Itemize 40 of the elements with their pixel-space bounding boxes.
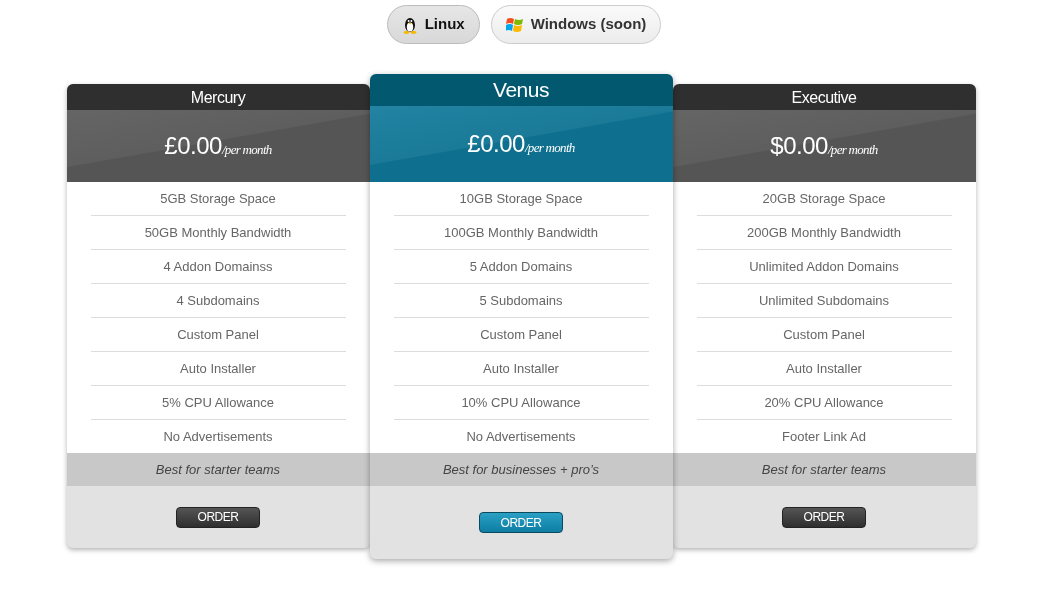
- os-tab[interactable]: Windows (soon): [490, 5, 662, 44]
- order-button[interactable]: ORDER: [782, 506, 866, 528]
- plan-price: $0.00/per month: [770, 131, 878, 161]
- feature-item: Auto Installer: [90, 352, 346, 386]
- feature-item: Auto Installer: [696, 352, 952, 386]
- plan-name: Executive: [791, 88, 857, 108]
- windows-logo-icon: [505, 15, 524, 34]
- plan-tagline: Best for starter teams: [672, 453, 976, 486]
- feature-item: 20GB Storage Space: [696, 182, 952, 216]
- plan-name: Venus: [493, 77, 549, 104]
- order-button[interactable]: ORDER: [479, 512, 563, 533]
- feature-item: Footer Link Ad: [781, 427, 867, 446]
- feature-item: Custom Panel: [696, 318, 952, 352]
- feature-item: Auto Installer: [393, 352, 649, 386]
- feature-item: Unlimited Subdomains: [696, 284, 952, 318]
- feature-item: Custom Panel: [90, 318, 346, 352]
- feature-item: 200GB Monthly Bandwidth: [696, 216, 952, 250]
- feature-item: 5GB Storage Space: [90, 182, 346, 216]
- order-button[interactable]: ORDER: [176, 506, 260, 528]
- feature-item: No Advertisements: [162, 427, 274, 446]
- plan-price: £0.00/per month: [467, 129, 575, 159]
- feature-item: 20% CPU Allowance: [696, 386, 952, 420]
- feature-item: 10GB Storage Space: [393, 182, 649, 216]
- plan-tagline: Best for starter teams: [66, 453, 370, 486]
- feature-item: Unlimited Addon Domains: [696, 250, 952, 284]
- os-tab[interactable]: Linux: [386, 5, 480, 44]
- plan-price: £0.00/per month: [164, 131, 272, 161]
- penguin-icon: [401, 15, 418, 34]
- feature-item: 4 Subdomains: [90, 284, 346, 318]
- feature-item: 100GB Monthly Bandwidth: [393, 216, 649, 250]
- feature-item: 10% CPU Allowance: [393, 386, 649, 420]
- plan-tagline: Best for businesses + pro’s: [369, 453, 673, 486]
- feature-item: 5 Subdomains: [393, 284, 649, 318]
- feature-item: 4 Addon Domainss: [90, 250, 346, 284]
- feature-item: Custom Panel: [393, 318, 649, 352]
- feature-item: 50GB Monthly Bandwidth: [90, 216, 346, 250]
- feature-item: No Advertisements: [465, 427, 577, 446]
- feature-item: 5 Addon Domains: [393, 250, 649, 284]
- feature-item: 5% CPU Allowance: [90, 386, 346, 420]
- plan-name: Mercury: [190, 88, 246, 108]
